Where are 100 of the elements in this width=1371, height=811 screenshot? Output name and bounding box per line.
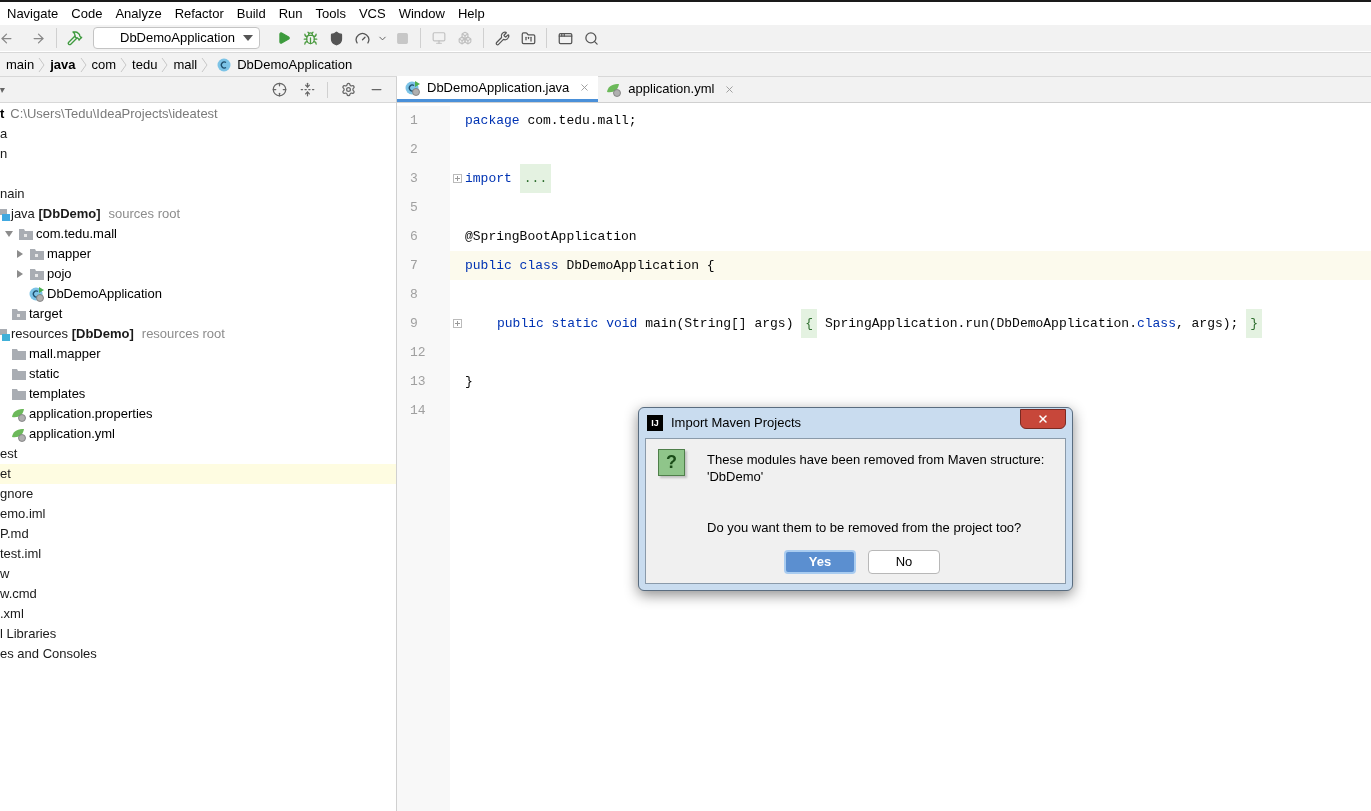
run-configuration-dropdown[interactable]: DbDemoApplication — [93, 27, 260, 49]
tree-label: et — [0, 465, 11, 484]
breadcrumb-item[interactable]: tedu — [132, 54, 158, 75]
dialog-title: Import Maven Projects — [671, 414, 802, 433]
menu-item[interactable]: Tools — [315, 3, 346, 24]
tree-row[interactable]: et — [0, 464, 396, 484]
tree-row[interactable]: test.iml — [0, 544, 396, 564]
spring-class-icon — [29, 286, 45, 302]
menu-item[interactable]: Help — [457, 3, 485, 24]
line-number: 5 — [410, 198, 418, 217]
tree-label: .xml — [0, 605, 24, 624]
tree-row[interactable]: static — [0, 364, 396, 384]
spring-leaf-icon — [11, 426, 27, 442]
close-icon[interactable] — [1037, 413, 1049, 425]
tree-label: application.properties — [29, 405, 153, 424]
tree-label: emo.iml — [0, 505, 46, 524]
line-number: 14 — [410, 401, 426, 420]
tree-label: nain — [0, 185, 25, 204]
tree-row[interactable]: w.cmd — [0, 584, 396, 604]
tree-label: l Libraries — [0, 625, 57, 644]
tree-row[interactable]: es and Consoles — [0, 644, 396, 664]
tree-label: est — [0, 445, 18, 464]
tree-row[interactable]: t C:\Users\Tedu\IdeaProjects\ideatest — [0, 104, 396, 124]
tree-label: n — [0, 145, 8, 164]
question-icon: ? — [658, 449, 685, 476]
breadcrumb-item[interactable]: com — [91, 54, 117, 75]
line-number: 13 — [410, 372, 426, 391]
dialog-button[interactable]: No — [868, 549, 940, 574]
menu-item[interactable]: Analyze — [115, 3, 162, 24]
close-button[interactable] — [1020, 409, 1066, 429]
tree-row[interactable]: java [DbDemo] sources root — [0, 204, 396, 224]
editor-tab[interactable]: DbDemoApplication.java — [397, 76, 599, 102]
tree-row[interactable]: P.md — [0, 524, 396, 544]
editor-tab[interactable]: application.yml — [598, 76, 744, 102]
close-icon[interactable] — [724, 83, 736, 95]
tree-row[interactable]: .xml — [0, 604, 396, 624]
folder-icon — [11, 367, 27, 381]
fold-marker-icon[interactable] — [453, 174, 462, 183]
menu-item[interactable]: Refactor — [174, 3, 224, 24]
menu-item[interactable]: VCS — [358, 3, 386, 24]
caret-icon[interactable] — [0, 86, 6, 93]
tree-row[interactable]: resources [DbDemo] resources root — [0, 324, 396, 344]
tree-label: es and Consoles — [0, 645, 97, 664]
code-line: package com.tedu.mall; — [465, 112, 637, 130]
tree-label: a — [0, 125, 8, 144]
source-folder-icon — [0, 207, 10, 221]
code-line: } — [465, 373, 473, 391]
code-line: import ... — [465, 164, 552, 193]
tree-row[interactable]: templates — [0, 384, 396, 404]
root-hint: resources root — [141, 325, 225, 344]
tree-label: target — [29, 305, 63, 324]
breadcrumb-item[interactable]: main — [6, 54, 35, 75]
line-number: 1 — [410, 111, 418, 130]
tree-row[interactable]: com.tedu.mall — [0, 224, 396, 244]
package-folder-icon — [11, 307, 27, 321]
tree-label: w.cmd — [0, 585, 37, 604]
tree-row[interactable]: n — [0, 144, 396, 164]
tree-label: t — [0, 105, 5, 124]
tree-row[interactable]: est — [0, 444, 396, 464]
tree-row[interactable]: target — [0, 304, 396, 324]
tree-row[interactable]: gnore — [0, 484, 396, 504]
spring-leaf-icon — [606, 81, 623, 97]
breadcrumb-item[interactable]: mall — [173, 54, 198, 75]
menu-item[interactable]: Run — [278, 3, 303, 24]
tree-row[interactable]: application.properties — [0, 404, 396, 424]
tree-row[interactable]: pojo — [0, 264, 396, 284]
tree-label: java [DbDemo] — [11, 205, 101, 224]
tree-row[interactable]: DbDemoApplication — [0, 284, 396, 304]
tree-row[interactable]: a — [0, 124, 396, 144]
code-line: public static void main(String[] args) { SpringApplication.run(DbDemoApplication.class, args); } — [497, 309, 1262, 338]
breadcrumb-item[interactable]: java — [50, 54, 76, 75]
menu-item[interactable]: Window — [398, 3, 445, 24]
tree-row[interactable]: application.yml — [0, 424, 396, 444]
spring-class-icon — [405, 79, 421, 96]
dialog-question: Do you want them to be removed from the project too? — [707, 519, 1023, 537]
close-icon[interactable] — [579, 82, 591, 93]
root-hint: sources root — [108, 205, 181, 224]
breadcrumb-item[interactable]: DbDemoApplication — [237, 54, 353, 75]
menu-item[interactable]: Navigate — [7, 3, 59, 24]
tree-row[interactable]: w — [0, 564, 396, 584]
fold-marker-icon[interactable] — [453, 319, 462, 328]
tree-label: mapper — [47, 245, 92, 264]
tree-row[interactable]: nain — [0, 184, 396, 204]
tree-row[interactable]: l Libraries — [0, 624, 396, 644]
tree-row[interactable]: mall.mapper — [0, 344, 396, 364]
folder-icon — [11, 387, 27, 401]
line-number: 3 — [410, 169, 418, 188]
tree-row[interactable]: emo.iml — [0, 504, 396, 524]
package-folder-icon — [29, 247, 45, 261]
tree-label: DbDemoApplication — [47, 285, 162, 304]
menu-item[interactable]: Build — [236, 3, 266, 24]
line-number: 7 — [410, 256, 418, 275]
tree-label: mall.mapper — [29, 345, 101, 364]
package-folder-icon — [29, 267, 45, 281]
line-number: 6 — [410, 227, 418, 246]
tree-row[interactable]: mapper — [0, 244, 396, 264]
line-number: 8 — [410, 285, 418, 304]
code-line: public class DbDemoApplication { — [465, 257, 715, 275]
code-line: @SpringBootApplication — [465, 228, 637, 246]
menu-item[interactable]: Code — [71, 3, 103, 24]
